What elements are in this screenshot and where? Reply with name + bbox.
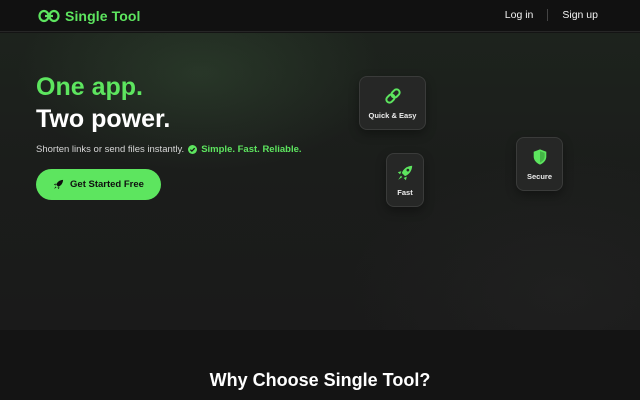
feature-label: Secure [526, 171, 553, 181]
login-link[interactable]: Log in [505, 9, 534, 21]
check-circle-icon [188, 145, 198, 154]
signup-link[interactable]: Sign up [562, 9, 598, 21]
why-section-title: Why Choose Single Tool? [209, 370, 431, 390]
get-started-label: Get Started Free [70, 179, 144, 190]
hero-headline-secondary: Two power. [36, 105, 171, 133]
site-header: Single Tool Log in Sign up [0, 0, 640, 32]
shield-icon [533, 148, 546, 165]
rocket-icon [397, 165, 413, 180]
rocket-icon [53, 179, 64, 190]
feature-card-quick-easy: Quick & Easy [359, 76, 426, 130]
link-icon [38, 9, 60, 23]
get-started-button[interactable]: Get Started Free [36, 169, 161, 200]
brand-name: Single Tool [65, 8, 141, 24]
feature-label: Quick & Easy [368, 110, 417, 120]
hero-tagline: Shorten links or send files instantly. S… [36, 144, 302, 155]
feature-card-fast: Fast [386, 153, 424, 207]
brand-logo[interactable]: Single Tool [38, 8, 141, 24]
hero-headline-primary: One app. [36, 73, 143, 101]
feature-label: Fast [397, 187, 413, 197]
link-icon [384, 87, 401, 104]
tagline-text: Shorten links or send files instantly. [36, 144, 185, 155]
nav-divider [547, 9, 549, 21]
feature-card-secure: Secure [516, 137, 563, 191]
tagline-accent: Simple. Fast. Reliable. [201, 144, 302, 155]
top-nav: Log in Sign up [505, 9, 598, 21]
